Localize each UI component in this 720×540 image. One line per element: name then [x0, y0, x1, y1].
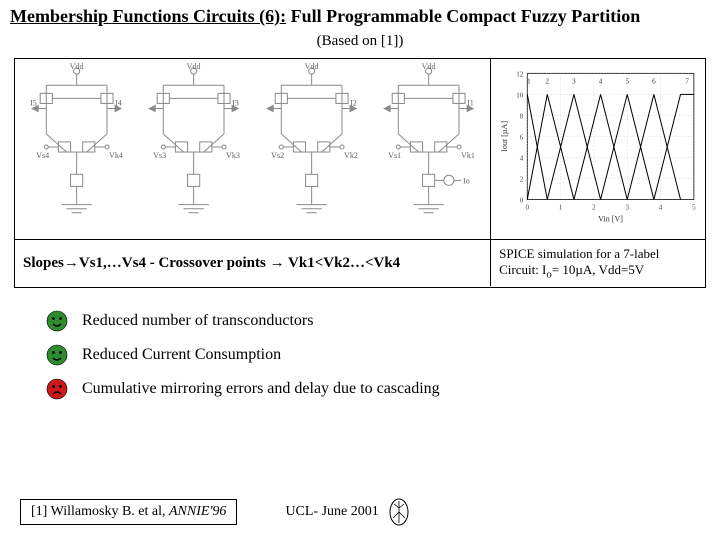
footer: [1] Willamosky B. et al, ANNIE'96 UCL- J… [20, 498, 700, 526]
bullet-row: Reduced Current Consumption [46, 344, 720, 366]
svg-text:12: 12 [516, 70, 524, 78]
svg-text:6: 6 [520, 133, 524, 141]
schematic-stage: Vdd I3 Vs3 Vk3 [136, 63, 251, 235]
schematic-stage: Vdd I1 Vs1 Vk1 Io [371, 63, 486, 235]
slide-title: Membership Functions Circuits (6): Full … [0, 0, 720, 29]
subtitle: (Based on [1]) [0, 29, 720, 56]
svg-text:4: 4 [599, 77, 603, 85]
svg-text:Vs2: Vs2 [271, 151, 284, 160]
happy-face-icon [46, 344, 68, 366]
svg-text:I5: I5 [30, 98, 37, 107]
figure-panel: Vdd I5 I4 Vs4 Vk4 [14, 58, 706, 288]
plot-cell: 0123450246810121234567Vin [V]Iout [µA] [491, 59, 705, 239]
schematic-stage: Vdd I5 I4 Vs4 Vk4 [19, 63, 134, 235]
title-underlined: Membership Functions Circuits (6): [10, 6, 286, 26]
svg-text:Vs1: Vs1 [388, 151, 401, 160]
cap-right-line1: SPICE simulation for a 7-label [499, 246, 697, 262]
svg-text:I2: I2 [350, 98, 357, 107]
svg-text:Io: Io [463, 176, 470, 185]
svg-text:Vk4: Vk4 [109, 151, 123, 160]
svg-text:Vk1: Vk1 [461, 151, 475, 160]
schematic-stage: Vdd I2 Vs2 Vk2 [254, 63, 369, 235]
schematic-cell: Vdd I5 I4 Vs4 Vk4 [15, 59, 491, 239]
svg-text:8: 8 [520, 112, 524, 120]
svg-text:0: 0 [526, 204, 530, 212]
bullet-text: Cumulative mirroring errors and delay du… [82, 380, 440, 398]
bullet-list: Reduced number of transconductors Reduce… [46, 310, 720, 400]
svg-text:4: 4 [659, 204, 663, 212]
svg-text:Vk2: Vk2 [344, 151, 358, 160]
svg-text:2: 2 [546, 77, 550, 85]
reference-box: [1] Willamosky B. et al, ANNIE'96 [20, 499, 237, 525]
svg-text:Vdd: Vdd [187, 63, 201, 71]
cap-slopes: Slopes [23, 255, 64, 271]
ref-italic: ANNIE'96 [169, 504, 226, 519]
svg-text:2: 2 [520, 176, 524, 184]
svg-text:3: 3 [626, 204, 630, 212]
svg-text:Vdd: Vdd [304, 63, 318, 71]
svg-text:Iout [µA]: Iout [µA] [500, 121, 509, 152]
arrow-right-icon: → [270, 254, 285, 271]
bullet-text: Reduced Current Consumption [82, 346, 281, 364]
bullet-text: Reduced number of transconductors [82, 312, 313, 330]
svg-text:I1: I1 [467, 98, 474, 107]
caption-right: SPICE simulation for a 7-label Circuit: … [491, 240, 705, 287]
spice-plot: 0123450246810121234567Vin [V]Iout [µA] [497, 63, 699, 225]
cap-right-line2: Circuit: Io= 10µA, Vdd=5V [499, 262, 697, 281]
svg-text:2: 2 [592, 204, 596, 212]
footer-center: UCL- June 2001 [285, 498, 408, 526]
sad-face-icon [46, 378, 68, 400]
svg-text:Vk3: Vk3 [226, 151, 240, 160]
ref-text: [1] Willamosky B. et al, [31, 504, 169, 519]
title-rest: Full Programmable Compact Fuzzy Partitio… [286, 6, 640, 26]
arrow-right-icon: → [64, 254, 79, 271]
svg-text:0: 0 [520, 197, 524, 205]
svg-text:Vs3: Vs3 [153, 151, 166, 160]
cap-vs: Vs1,…Vs4 - Crossover points [79, 255, 270, 271]
svg-text:Vs4: Vs4 [36, 151, 49, 160]
bullet-row: Reduced number of transconductors [46, 310, 720, 332]
caption-left: Slopes→Vs1,…Vs4 - Crossover points → Vk1… [15, 240, 491, 286]
svg-text:5: 5 [626, 77, 630, 85]
svg-text:Vin [V]: Vin [V] [598, 215, 623, 224]
svg-text:I4: I4 [115, 98, 122, 107]
caption-row: Slopes→Vs1,…Vs4 - Crossover points → Vk1… [15, 240, 705, 287]
footer-date: UCL- June 2001 [285, 504, 378, 520]
svg-text:Vdd: Vdd [70, 63, 84, 71]
svg-text:Vdd: Vdd [422, 63, 436, 71]
happy-face-icon [46, 310, 68, 332]
svg-text:10: 10 [516, 91, 524, 99]
svg-text:5: 5 [692, 204, 696, 212]
svg-text:1: 1 [559, 204, 563, 212]
svg-text:6: 6 [652, 77, 656, 85]
figure-top-row: Vdd I5 I4 Vs4 Vk4 [15, 59, 705, 240]
svg-text:7: 7 [686, 77, 690, 85]
svg-text:4: 4 [520, 154, 524, 162]
bullet-row: Cumulative mirroring errors and delay du… [46, 378, 720, 400]
svg-text:3: 3 [572, 77, 576, 85]
cap-vk: Vk1<Vk2…<Vk4 [285, 255, 401, 271]
svg-text:I3: I3 [232, 98, 239, 107]
ucl-logo-icon [389, 498, 409, 526]
svg-text:1: 1 [527, 77, 531, 85]
